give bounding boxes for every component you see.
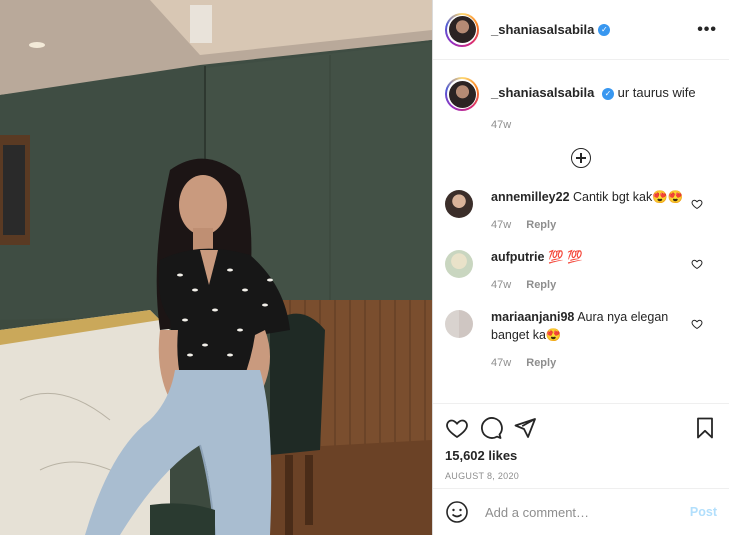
reply-button[interactable]: Reply [526,279,556,291]
comment-age: 47w [491,219,512,231]
comment-item: aufputrie 💯 💯 47w Reply [433,248,729,294]
post-photo[interactable] [0,0,432,535]
caption-avatar[interactable] [445,77,479,111]
caption-text: ur taurus wife [617,85,696,100]
post-date: AUGUST 8, 2020 [445,471,520,481]
share-paper-plane-icon[interactable] [513,416,537,440]
photo-illustration [0,0,432,535]
commenter-avatar[interactable] [445,310,473,338]
comment-item: mariaanjani98 Aura nya elegan banget ka😍… [433,308,729,372]
reply-button[interactable]: Reply [526,219,556,231]
comment-item: annemilley22 Cantik bgt kak😍😍 47w Reply [433,188,729,234]
plus-circle-icon[interactable] [571,148,591,168]
caption-age: 47w [491,119,512,131]
more-options-icon[interactable]: ••• [697,21,717,39]
load-more-comments[interactable] [433,148,729,172]
save-bookmark-icon[interactable] [693,416,717,440]
emoji-smiley-icon[interactable] [445,500,469,524]
add-comment-bar: Post [433,488,729,535]
comment-username[interactable]: mariaanjani98 [491,310,574,324]
comment-bubble-icon[interactable] [479,416,503,440]
instagram-post-view: _shaniasalsabila ✓ ••• _shaniasalsabila … [0,0,729,535]
likes-count[interactable]: 15,602 likes [445,448,717,463]
post-caption: _shaniasalsabila ✓ ur taurus wife 47w [433,61,729,134]
author-username[interactable]: _shaniasalsabila [491,22,594,37]
comment-age: 47w [491,279,512,291]
post-actions: 15,602 likes AUGUST 8, 2020 [433,403,729,481]
commenter-avatar[interactable] [445,190,473,218]
comment-text: 💯 💯 [547,250,583,264]
like-comment-heart-icon[interactable] [691,198,703,210]
post-comment-button[interactable]: Post [690,505,717,519]
like-comment-heart-icon[interactable] [691,318,703,330]
author-avatar[interactable] [445,12,479,47]
verified-badge-icon: ✓ [598,23,611,36]
caption-username[interactable]: _shaniasalsabila [491,85,594,100]
comment-username[interactable]: aufputrie [491,250,544,264]
commenter-avatar[interactable] [445,250,473,278]
comment-username[interactable]: annemilley22 [491,190,570,204]
comment-input[interactable] [483,503,690,521]
like-comment-heart-icon[interactable] [691,258,703,270]
verified-badge-icon: ✓ [601,87,614,100]
reply-button[interactable]: Reply [526,357,556,369]
comments-section[interactable]: _shaniasalsabila ✓ ur taurus wife 47w an… [433,61,729,402]
like-heart-icon[interactable] [445,416,469,440]
post-header: _shaniasalsabila ✓ ••• [433,0,729,60]
comment-age: 47w [491,357,512,369]
post-details-panel: _shaniasalsabila ✓ ••• _shaniasalsabila … [432,0,729,535]
comment-text: Cantik bgt kak😍😍 [573,190,684,204]
